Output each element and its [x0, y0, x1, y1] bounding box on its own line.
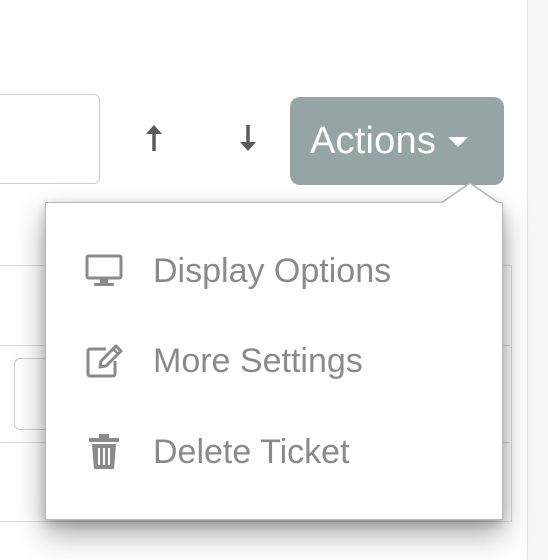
actions-label: Actions: [310, 119, 437, 162]
menu-item-label: More Settings: [153, 341, 363, 380]
menu-item-delete-ticket[interactable]: Delete Ticket: [46, 417, 502, 487]
page-scrollbar[interactable]: [527, 0, 548, 560]
arrow-down-icon: [237, 123, 259, 158]
move-down-button[interactable]: [228, 120, 268, 160]
menu-item-label: Display Options: [153, 251, 392, 290]
edit-icon: [84, 341, 124, 381]
menu-item-display-options[interactable]: Display Options: [46, 236, 502, 306]
trash-icon: [84, 432, 124, 472]
menu-item-more-settings[interactable]: More Settings: [46, 326, 502, 396]
actions-button[interactable]: Actions: [290, 97, 504, 185]
search-input[interactable]: [0, 94, 100, 184]
caret-down-icon: [448, 137, 469, 147]
dropdown-pointer-fill: [441, 184, 499, 204]
page: Actions Display Options More Settings De…: [0, 0, 548, 560]
move-up-button[interactable]: [134, 120, 174, 160]
arrow-up-icon: [143, 123, 165, 158]
monitor-icon: [84, 251, 124, 291]
actions-dropdown-menu: Display Options More Settings Delete Tic…: [45, 202, 503, 520]
menu-item-label: Delete Ticket: [153, 432, 350, 471]
